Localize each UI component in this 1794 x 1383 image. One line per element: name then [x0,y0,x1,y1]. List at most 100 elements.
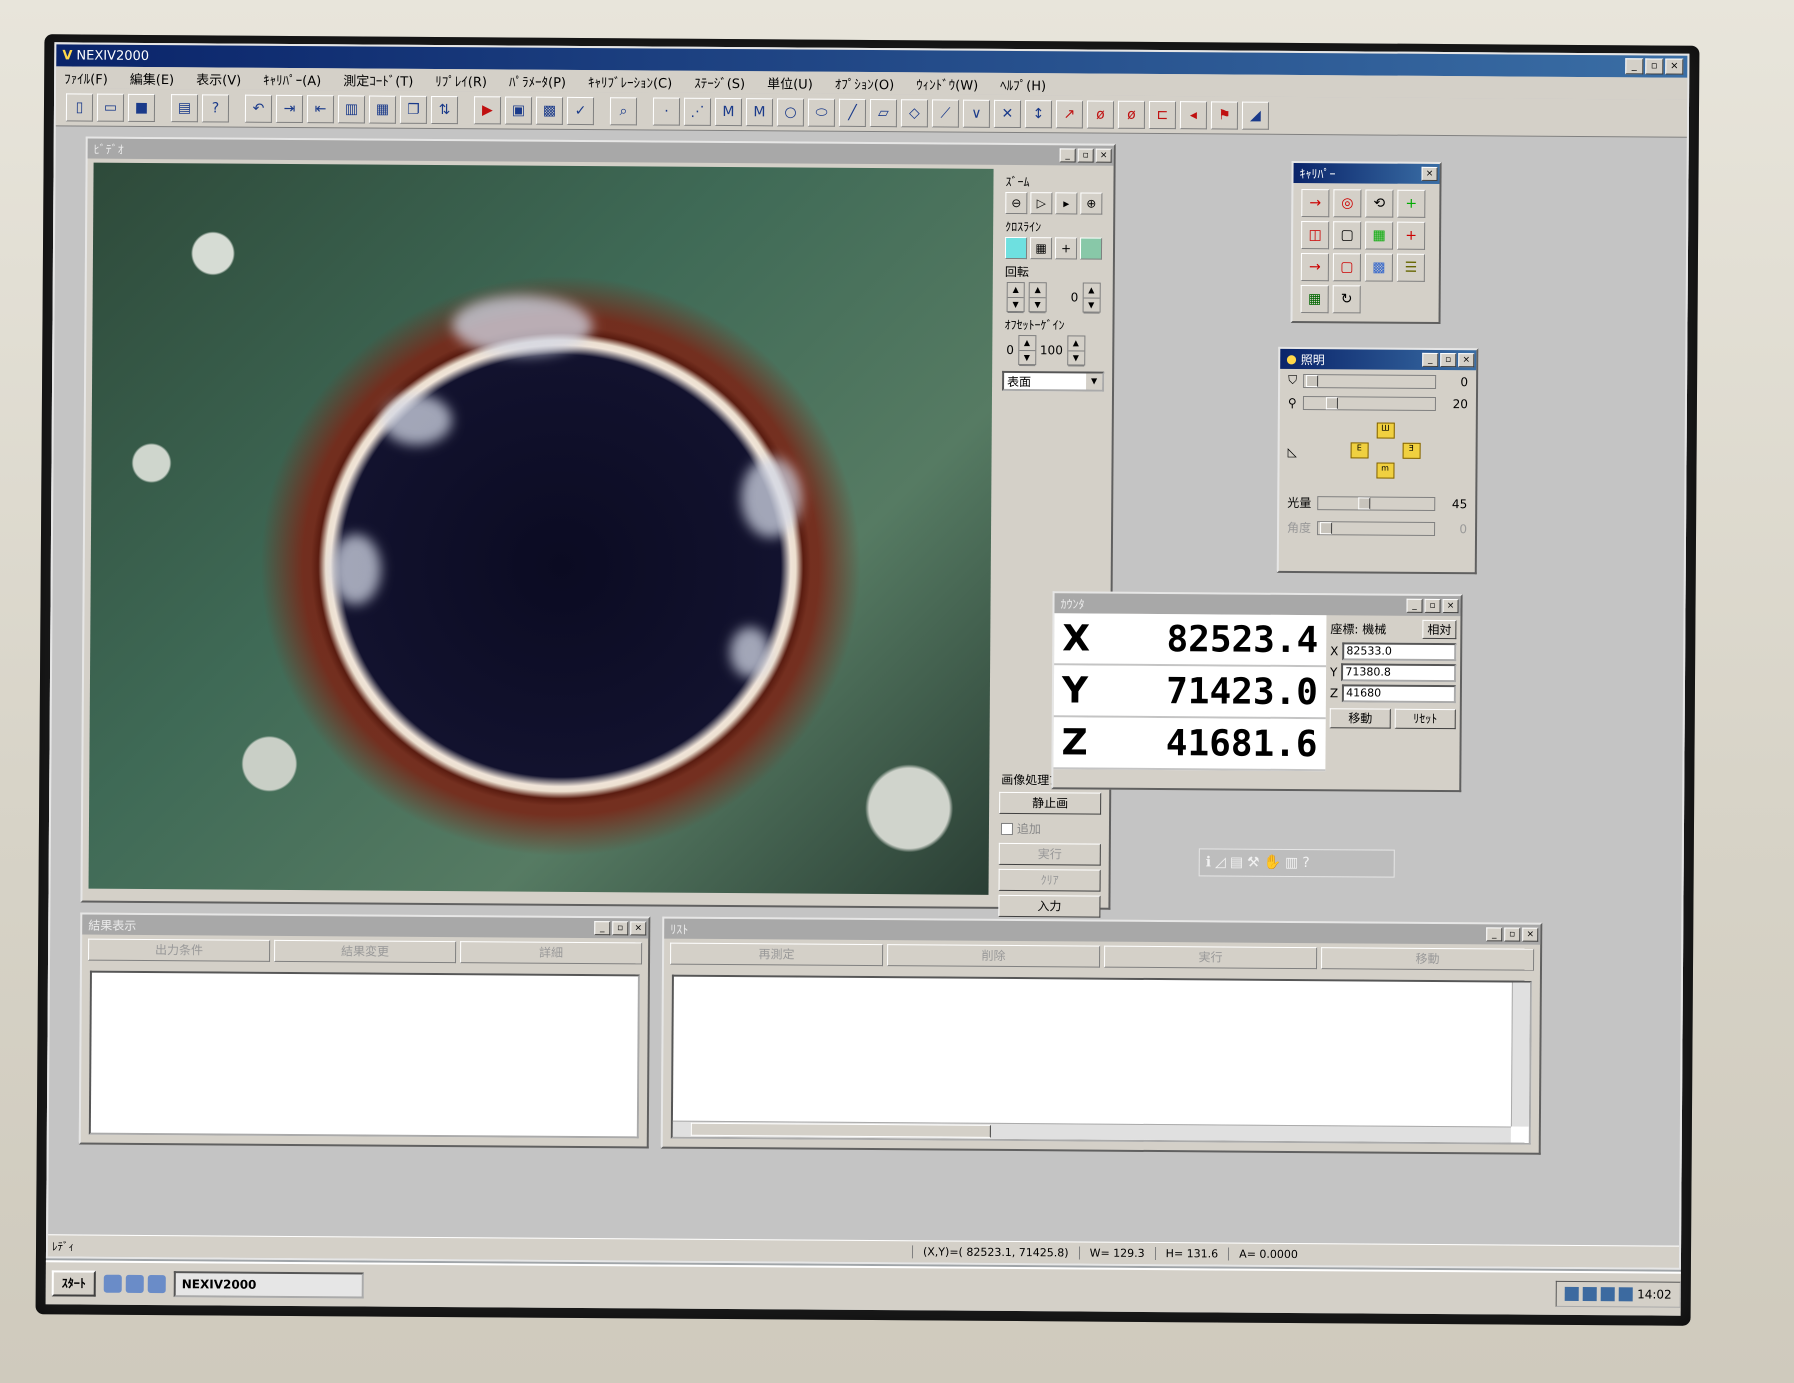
point-icon[interactable]: · [652,96,681,126]
open-folder-icon[interactable]: ▭ [96,93,125,122]
print-icon[interactable]: ▤ [170,93,199,122]
menu-calibration[interactable]: ｷｬﾘﾌﾞﾚｰｼｮﾝ(C) [588,72,672,92]
menu-edit[interactable]: 編集(E) [130,68,174,87]
video-maximize-button[interactable]: ▫ [1077,148,1094,163]
counter-maximize-button[interactable]: ▫ [1424,598,1441,613]
forward-icon[interactable]: ▸ [1055,192,1078,215]
menu-view[interactable]: 表示(V) [196,69,241,88]
step-back-icon[interactable]: ⇤ [306,94,335,123]
caliper-close-button[interactable]: × [1421,166,1438,181]
menu-unit[interactable]: 単位(U) [767,73,813,92]
ring-segment[interactable]: Ǝ [1402,442,1421,459]
maximize-button[interactable]: ▫ [1645,58,1664,75]
surface-select[interactable]: 表面 ▼ [1002,370,1105,392]
gain-spinner[interactable]: ▲ ▼ [1066,335,1085,367]
grid-icon[interactable]: ▦ [1029,237,1053,260]
menu-window[interactable]: ｳｨﾝﾄﾞｳ(W) [916,74,978,93]
menu-measure-code[interactable]: 測定ｺｰﾄﾞ(T) [343,70,413,89]
lighting-minimize-button[interactable]: _ [1422,352,1439,367]
network-icon[interactable] [1619,1287,1634,1302]
counter-minimize-button[interactable]: _ [1406,598,1423,613]
start-button[interactable]: ｽﾀｰﾄ [51,1270,96,1297]
lighting-maximize-button[interactable]: ▫ [1440,352,1457,368]
distance-icon[interactable]: ⟋ [931,98,960,128]
edge-point-icon[interactable]: ⋰ [683,97,712,126]
close-button[interactable]: × [1665,58,1684,75]
execute-button[interactable]: 実行 [998,842,1101,866]
document-icon[interactable]: ▥ [1285,855,1298,871]
list-execute-button[interactable]: 実行 [1103,945,1318,970]
channel-icon[interactable] [147,1274,166,1294]
rectangle-icon[interactable]: ▱ [869,98,898,127]
target-z-input[interactable]: 41680 [1342,684,1456,704]
new-file-icon[interactable]: ▯ [65,92,94,122]
horizontal-scrollbar[interactable] [672,1120,1511,1143]
check-icon[interactable]: ✓ [566,96,595,125]
camera-view[interactable] [88,162,994,895]
add-checkbox[interactable]: 追加 [1000,820,1099,838]
target-x-input[interactable]: 82533.0 [1342,642,1457,662]
list-minimize-button[interactable]: _ [1486,927,1503,942]
circle-icon[interactable]: ○ [776,97,805,127]
intersection-icon[interactable]: ✕ [993,99,1022,128]
target-icon[interactable]: ◎ [1333,189,1362,218]
list-close-button[interactable]: × [1522,927,1539,942]
stack-icon[interactable]: ☰ [1396,253,1425,282]
arrow-red-icon[interactable]: → [1300,253,1329,282]
plus-red-icon[interactable]: + [1397,221,1426,250]
tray-icon[interactable] [1565,1286,1580,1301]
reset-button[interactable]: ﾘｾｯﾄ [1394,708,1456,730]
save-icon[interactable]: ■ [127,93,156,122]
square-red-icon[interactable]: ▢ [1332,253,1361,282]
rotate-frame-icon[interactable]: ⟲ [1365,189,1394,218]
input-button[interactable]: 入力 [998,894,1101,918]
clear-button[interactable]: ｸﾘｱ [998,868,1101,892]
result-detail-button[interactable]: 詳細 [460,941,643,965]
minimize-button[interactable]: _ [1625,58,1644,75]
tolerance-icon[interactable]: ⊏ [1148,100,1177,129]
grid-green-icon[interactable]: ▦ [1365,221,1394,250]
step-icon[interactable]: ⇥ [275,94,304,123]
arrow-x-icon[interactable]: ↗ [1055,99,1084,128]
rotate-spinner-b[interactable]: ▲ ▼ [1028,282,1047,314]
copy-icon[interactable]: ❐ [399,95,428,124]
refresh-icon[interactable]: ↻ [1332,285,1361,314]
info-icon[interactable]: ℹ [1206,854,1211,870]
table-icon[interactable]: ▦ [368,95,397,124]
remeasure-button[interactable]: 再測定 [670,942,884,967]
relative-button[interactable]: 相対 [1422,619,1457,640]
target-y-input[interactable]: 71380.8 [1341,663,1457,683]
move-button[interactable]: 移動 [1329,708,1391,729]
report-icon[interactable]: ▤ [1230,855,1243,871]
plus-green-icon[interactable]: + [1397,189,1426,218]
multi-point-2-icon[interactable]: M [745,97,774,126]
help-icon[interactable]: ? [201,93,230,123]
rotate-spinner-a[interactable]: ▲ ▼ [1006,281,1025,314]
lighting-close-button[interactable]: × [1458,353,1475,368]
vertical-scrollbar[interactable] [1510,982,1530,1127]
help-mini-icon[interactable]: ? [1302,855,1310,871]
tool-icon[interactable]: ⚒ [1247,855,1260,871]
undo-icon[interactable]: ↶ [244,94,273,123]
taskbar-app-button[interactable]: NEXIV2000 [173,1271,364,1299]
ellipse-icon[interactable]: ⬭ [807,98,836,127]
delete-button[interactable]: 削除 [887,944,1101,968]
video-close-button[interactable]: × [1095,148,1112,163]
diameter-z-icon[interactable]: ø [1117,100,1146,129]
tray-icon[interactable] [1583,1287,1598,1302]
still-image-button[interactable]: 静止画 [999,791,1102,815]
list-icon[interactable]: ▥ [337,94,366,123]
diamond-icon[interactable]: ◇ [900,98,929,127]
arrow-right-icon[interactable]: → [1301,189,1330,218]
menu-stage[interactable]: ｽﾃｰｼﾞ(S) [694,72,745,91]
vertical-icon[interactable]: ↕ [1024,99,1053,128]
rotate-spinner-c[interactable]: ▲ ▼ [1082,282,1101,314]
ring-light-segments[interactable]: Ш E Ǝ m [1350,422,1421,482]
top-light-slider[interactable] [1303,373,1437,389]
run-icon[interactable]: ▶ [473,95,502,124]
zoom-search-icon[interactable]: ⌕ [609,96,638,125]
crossline-color-icon[interactable] [1004,236,1028,260]
grid-small-icon[interactable]: ▦ [1300,285,1329,314]
diameter-icon[interactable]: ø [1086,100,1115,129]
video-minimize-button[interactable]: _ [1059,148,1076,163]
